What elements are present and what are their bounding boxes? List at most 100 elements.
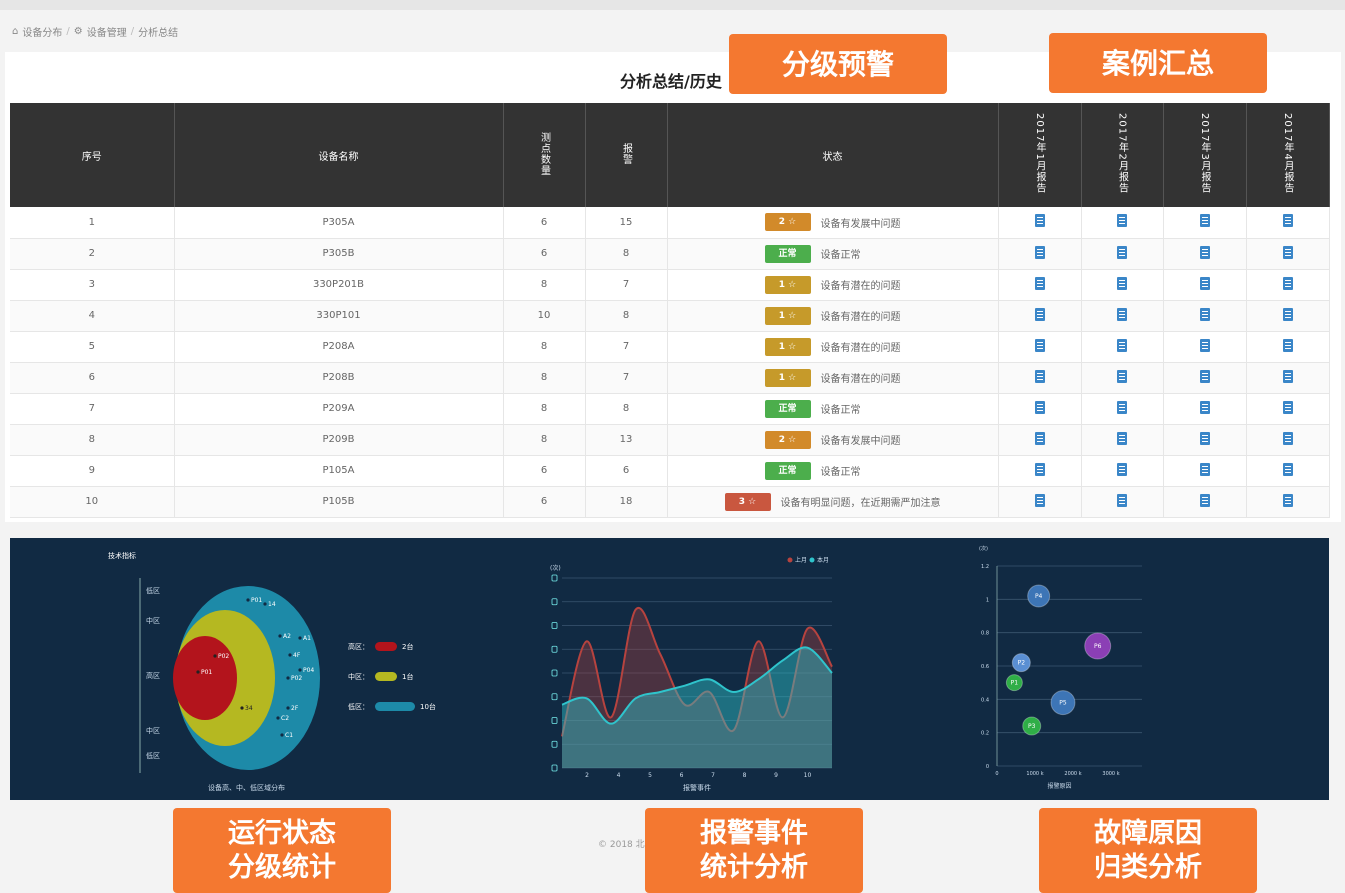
status-text: 设备有潜在的问题 [820, 312, 901, 323]
report-document-icon[interactable] [1199, 307, 1210, 321]
report-document-icon[interactable] [1282, 307, 1293, 321]
status-text: 设备有明显问题，在近期需严加注意 [780, 498, 941, 509]
table-row: 8 P209B 8 13 2 ☆ 设备有发展中问题 [10, 424, 1330, 456]
report-document-icon[interactable] [1199, 400, 1210, 414]
report-document-icon[interactable] [1199, 276, 1210, 290]
cell-report-3 [1163, 393, 1247, 425]
report-document-icon[interactable] [1282, 214, 1293, 228]
report-document-icon[interactable] [1282, 369, 1293, 383]
status-text: 设备正常 [820, 467, 861, 478]
report-document-icon[interactable] [1034, 276, 1045, 290]
top-bar [0, 0, 1345, 10]
table-row: 5 P208A 8 7 1 ☆ 设备有潜在的问题 [10, 331, 1330, 363]
cell-state: 2 ☆ 设备有发展中问题 [667, 424, 999, 456]
cell-points: 8 [503, 269, 586, 301]
cell-report-2 [1081, 393, 1164, 425]
cell-report-1 [998, 486, 1082, 518]
report-document-icon[interactable] [1199, 369, 1210, 383]
cell-state: 1 ☆ 设备有潜在的问题 [667, 362, 999, 394]
y-tick-label: 0.6 [981, 664, 989, 670]
cell-report-3 [1163, 424, 1247, 456]
report-document-icon[interactable] [1117, 214, 1127, 228]
cell-report-4 [1246, 331, 1330, 363]
cell-alarm: 13 [585, 424, 668, 456]
report-document-icon[interactable] [1199, 431, 1210, 445]
cell-report-3 [1163, 486, 1247, 518]
report-document-icon[interactable] [1282, 493, 1293, 507]
report-document-icon[interactable] [1034, 214, 1045, 228]
table-header-row: 序号 设备名称 测点数量 报警 状态 2017年1月报告 2017年2月报告 2… [10, 103, 1330, 207]
report-document-icon[interactable] [1199, 493, 1210, 507]
status-text: 设备有发展中问题 [820, 436, 901, 447]
cell-alarm: 8 [585, 393, 668, 425]
cell-state: 1 ☆ 设备有潜在的问题 [667, 269, 999, 301]
cell-no: 9 [10, 455, 175, 487]
report-document-icon[interactable] [1034, 369, 1045, 383]
breadcrumb: ⌂ 设备分布 / ⚙ 设备管理 / 分析总结 [12, 24, 178, 39]
page-title: 分析总结/历史 [620, 72, 722, 91]
cell-report-3 [1163, 455, 1247, 487]
y-tick-label: 1.2 [981, 564, 989, 570]
report-document-icon[interactable] [1117, 307, 1127, 321]
status-badge: 正常 [764, 244, 811, 263]
report-document-icon[interactable] [1117, 245, 1127, 259]
report-document-icon[interactable] [1199, 338, 1210, 352]
report-document-icon[interactable] [1034, 493, 1045, 507]
report-document-icon[interactable] [1199, 214, 1210, 228]
report-document-icon[interactable] [1117, 462, 1127, 476]
table-row: 1 P305A 6 15 2 ☆ 设备有发展中问题 [10, 207, 1330, 239]
report-document-icon[interactable] [1117, 276, 1127, 290]
tag-case-summary: 案例汇总 [1049, 33, 1267, 93]
cell-no: 4 [10, 300, 175, 332]
report-document-icon[interactable] [1282, 338, 1293, 352]
cell-report-1 [998, 269, 1082, 301]
report-document-icon[interactable] [1282, 431, 1293, 445]
report-document-icon[interactable] [1117, 431, 1127, 445]
cell-points: 6 [503, 486, 586, 518]
status-badge: 2 ☆ [764, 213, 811, 232]
report-document-icon[interactable] [1034, 462, 1045, 476]
cell-no: 8 [10, 424, 175, 456]
cell-points: 10 [503, 300, 586, 332]
report-document-icon[interactable] [1282, 462, 1293, 476]
tag-cause-analysis: 故障原因 归类分析 [1039, 808, 1257, 893]
status-badge: 1 ☆ [764, 306, 811, 325]
report-document-icon[interactable] [1282, 245, 1293, 259]
report-document-icon[interactable] [1199, 462, 1210, 476]
report-document-icon[interactable] [1117, 493, 1127, 507]
col-header-state: 状态 [667, 103, 999, 207]
report-document-icon[interactable] [1117, 369, 1127, 383]
table-row: 9 P105A 6 6 正常 设备正常 [10, 455, 1330, 487]
report-document-icon[interactable] [1117, 400, 1127, 414]
cell-points: 6 [503, 238, 586, 270]
report-document-icon[interactable] [1282, 276, 1293, 290]
cell-name: P208B [174, 362, 504, 394]
report-document-icon[interactable] [1282, 400, 1293, 414]
report-document-icon[interactable] [1034, 307, 1045, 321]
report-document-icon[interactable] [1034, 431, 1045, 445]
tag-alarm-analysis: 报警事件 统计分析 [645, 808, 863, 893]
status-text: 设备有潜在的问题 [820, 374, 901, 385]
cell-report-2 [1081, 424, 1164, 456]
cell-report-2 [1081, 300, 1164, 332]
status-badge: 正常 [764, 399, 811, 418]
status-text: 设备有潜在的问题 [820, 281, 901, 292]
report-document-icon[interactable] [1199, 245, 1210, 259]
cell-report-1 [998, 331, 1082, 363]
breadcrumb-item-distribution[interactable]: 设备分布 [22, 24, 62, 39]
report-document-icon[interactable] [1034, 245, 1045, 259]
report-document-icon[interactable] [1117, 338, 1127, 352]
status-text: 设备正常 [820, 405, 861, 416]
cell-name: P209B [174, 424, 504, 456]
report-document-icon[interactable] [1034, 400, 1045, 414]
tag-graded-warning: 分级预警 [729, 34, 947, 94]
table-row: 3 330P201B 8 7 1 ☆ 设备有潜在的问题 [10, 269, 1330, 301]
cell-report-4 [1246, 455, 1330, 487]
cell-alarm: 8 [585, 300, 668, 332]
cell-name: 330P201B [174, 269, 504, 301]
bubble-label: P6 [1094, 643, 1102, 650]
report-document-icon[interactable] [1034, 338, 1045, 352]
cell-points: 8 [503, 424, 586, 456]
cell-report-1 [998, 362, 1082, 394]
breadcrumb-item-management[interactable]: 设备管理 [87, 24, 127, 39]
